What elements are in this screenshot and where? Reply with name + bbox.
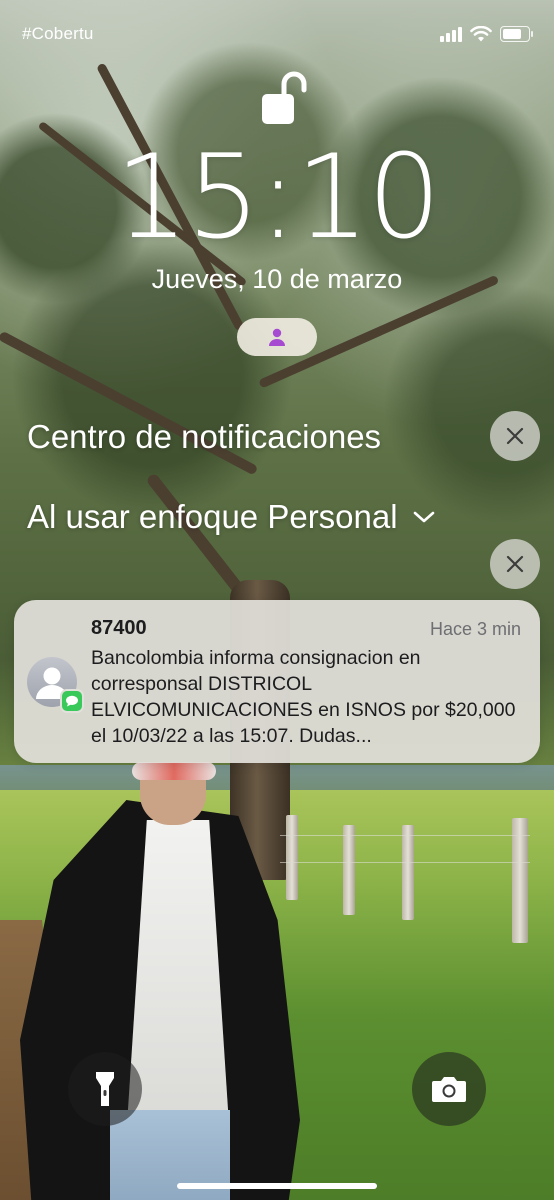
lock-screen-date: Jueves, 10 de marzo (151, 264, 403, 294)
flashlight-icon (96, 1072, 114, 1106)
chevron-down-icon (413, 511, 434, 523)
home-indicator[interactable] (177, 1183, 377, 1189)
close-icon (506, 555, 524, 573)
focus-section-label: Al usar enfoque Personal (27, 498, 398, 535)
person-icon (269, 328, 285, 346)
notification-body: Bancolombia informa consignacion en corr… (91, 647, 516, 747)
camera-button[interactable] (412, 1052, 486, 1126)
notification-center-title: Centro de notificaciones (27, 418, 382, 455)
wifi-icon (470, 26, 492, 42)
notification-time: Hace 3 min (429, 619, 521, 639)
close-icon (506, 427, 524, 445)
camera-icon (432, 1077, 466, 1102)
battery-icon (500, 26, 533, 42)
messages-app-icon (60, 689, 84, 713)
lock-screen-time: 15:10 (114, 130, 441, 265)
notification-sender: 87400 (91, 617, 147, 639)
clear-focus-notifications-button[interactable] (490, 539, 540, 589)
focus-mode-indicator[interactable] (237, 318, 317, 356)
cellular-signal-icon (440, 26, 462, 42)
carrier-label: #Cobertu (22, 24, 94, 43)
flashlight-button[interactable] (68, 1052, 142, 1126)
unlocked-padlock-icon (262, 71, 307, 124)
focus-section-header[interactable]: Al usar enfoque Personal (27, 498, 436, 536)
message-notification[interactable]: 87400 Hace 3 min Bancolombia informa con… (14, 600, 540, 763)
status-icons (440, 24, 533, 42)
clear-notifications-button[interactable] (490, 411, 540, 461)
